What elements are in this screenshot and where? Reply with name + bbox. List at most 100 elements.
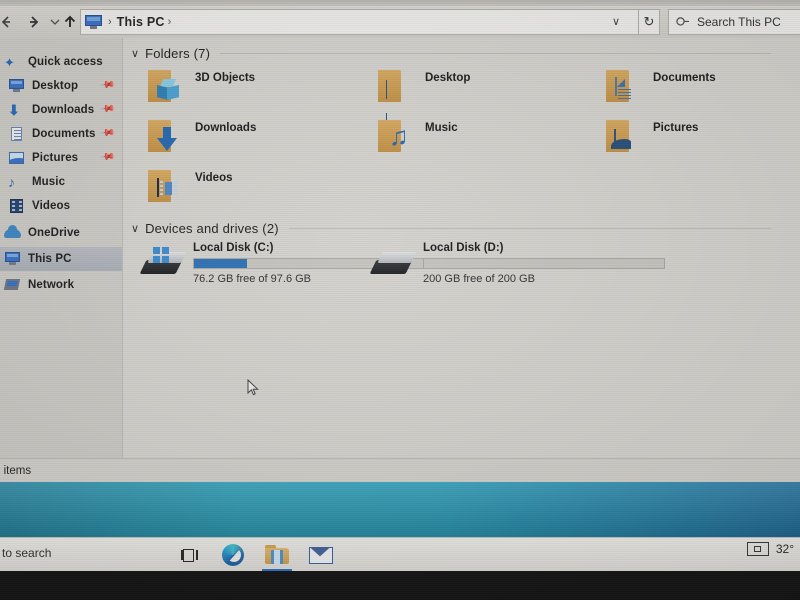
group-rule <box>288 228 771 229</box>
file-explorer-button[interactable] <box>260 542 294 572</box>
folder-label: Videos <box>195 172 233 184</box>
monitor-photo: › This PC › ∨ ↻ Search This PC ✦ Quick a… <box>0 0 800 600</box>
group-label: Folders (7) <box>145 46 211 61</box>
breadcrumb-current[interactable]: This PC <box>117 15 165 29</box>
up-button[interactable] <box>60 12 80 32</box>
sidebar-item-label: Documents <box>32 128 96 140</box>
drive-free-space: 76.2 GB free of 97.6 GB <box>193 273 312 285</box>
cloud-icon <box>4 225 22 241</box>
keyboard-input-icon[interactable] <box>746 542 769 556</box>
star-icon: ✦ <box>4 55 15 70</box>
this-pc-icon <box>85 14 102 30</box>
navigation-pane: ✦ Quick access Desktop 📌 ⬇ Downloads 📌 D… <box>0 38 122 458</box>
folder-label: Music <box>425 122 458 134</box>
folder-music-icon: ♫ <box>373 118 413 154</box>
folder-pictures-icon <box>601 118 641 154</box>
back-button[interactable] <box>0 12 16 32</box>
mouse-cursor <box>247 378 259 397</box>
sidebar-item-label: Pictures <box>32 152 79 164</box>
group-header-folders[interactable]: ∨ Folders (7) <box>131 46 771 61</box>
sidebar-item-music[interactable]: ♪ Music <box>0 170 122 194</box>
monitor-bezel <box>0 571 800 600</box>
folder-tile-downloads[interactable]: Downloads <box>143 118 256 154</box>
search-icon <box>673 12 692 31</box>
file-explorer-window: › This PC › ∨ ↻ Search This PC ✦ Quick a… <box>0 0 800 483</box>
pin-icon[interactable]: 📌 <box>98 149 115 165</box>
task-view-icon <box>180 548 198 563</box>
weather-temperature[interactable]: 32° <box>776 542 794 556</box>
taskbar-search-box[interactable]: e to search <box>0 546 51 560</box>
sidebar-item-downloads[interactable]: ⬇ Downloads 📌 <box>0 98 122 122</box>
file-explorer-icon <box>265 545 289 565</box>
sidebar-item-network[interactable]: Network <box>0 273 122 297</box>
refresh-button[interactable]: ↻ <box>638 9 660 35</box>
sidebar-item-desktop[interactable]: Desktop 📌 <box>0 74 122 98</box>
search-placeholder: Search This PC <box>697 15 781 29</box>
system-tray: 32° <box>746 542 794 556</box>
sidebar-item-label: Quick access <box>28 56 103 68</box>
folder-tile-documents[interactable]: Documents <box>601 68 716 104</box>
taskbar: e to search 32° <box>0 537 800 572</box>
group-rule <box>220 53 771 54</box>
mail-button[interactable] <box>304 542 338 568</box>
document-icon <box>8 126 26 142</box>
pin-icon[interactable]: 📌 <box>98 125 115 141</box>
chevron-down-icon[interactable]: ∨ <box>131 47 139 60</box>
sidebar-item-label: Videos <box>32 200 71 212</box>
folder-desktop-icon <box>373 68 413 132</box>
sidebar-item-label: OneDrive <box>28 227 80 239</box>
monitor-icon <box>8 78 26 94</box>
download-arrow-icon: ⬇ <box>8 102 20 118</box>
folder-videos-icon <box>143 168 183 204</box>
pin-icon[interactable]: 📌 <box>98 101 115 117</box>
search-input[interactable]: Search This PC <box>668 9 800 35</box>
edge-button[interactable] <box>216 542 250 568</box>
drive-tile-local-disk-d[interactable]: Local Disk (D:) 200 GB free of 200 GB <box>369 242 691 290</box>
group-header-devices[interactable]: ∨ Devices and drives (2) <box>131 221 771 236</box>
folder-tile-3d-objects[interactable]: 3D Objects <box>143 68 255 104</box>
folder-tile-music[interactable]: ♫ Music <box>373 118 458 154</box>
address-dropdown-icon[interactable]: ∨ <box>612 15 620 28</box>
sidebar-item-documents[interactable]: Documents 📌 <box>0 122 122 146</box>
task-view-button[interactable] <box>172 542 206 568</box>
picture-icon <box>8 150 26 166</box>
desktop-wallpaper <box>0 482 800 537</box>
mail-icon <box>309 546 333 564</box>
drive-usage-fill <box>194 259 247 268</box>
folder-label: Desktop <box>425 72 471 84</box>
refresh-icon: ↻ <box>643 14 655 29</box>
drive-usage-bar <box>423 258 665 269</box>
windows-drive-icon <box>139 247 187 282</box>
group-label: Devices and drives (2) <box>145 221 279 236</box>
sidebar-item-label: Desktop <box>32 80 79 92</box>
pin-icon[interactable]: 📌 <box>98 77 115 93</box>
folder-label: Downloads <box>195 122 257 134</box>
drive-name: Local Disk (C:) <box>193 242 274 254</box>
folder-tile-pictures[interactable]: Pictures <box>601 118 698 154</box>
breadcrumb-separator-2[interactable]: › <box>168 16 172 28</box>
folder-tile-desktop[interactable]: Desktop <box>373 68 471 132</box>
folder-documents-icon <box>601 68 641 104</box>
forward-button[interactable] <box>24 12 44 32</box>
item-count: 9 items <box>0 465 32 477</box>
sidebar-item-label: Network <box>28 279 75 291</box>
edge-icon <box>222 544 244 566</box>
breadcrumb-separator[interactable]: › <box>108 16 112 28</box>
sidebar-item-this-pc[interactable]: This PC <box>0 247 122 271</box>
sidebar-item-label: Music <box>32 176 66 188</box>
hard-drive-icon <box>369 248 417 282</box>
folder-3d-objects-icon <box>143 68 183 104</box>
breadcrumb[interactable]: › This PC › <box>80 9 640 35</box>
music-note-icon: ♪ <box>8 174 15 190</box>
sidebar-item-pictures[interactable]: Pictures 📌 <box>0 146 122 170</box>
sidebar-item-onedrive[interactable]: OneDrive <box>0 221 122 245</box>
drive-name: Local Disk (D:) <box>423 242 504 254</box>
sidebar-item-label: Downloads <box>32 104 95 116</box>
sidebar-item-quick-access[interactable]: ✦ Quick access <box>0 50 122 74</box>
folder-label: Pictures <box>653 122 699 134</box>
sidebar-item-videos[interactable]: Videos <box>0 194 122 218</box>
folder-tile-videos[interactable]: Videos <box>143 168 233 204</box>
folder-downloads-icon <box>143 118 183 154</box>
chevron-down-icon[interactable]: ∨ <box>131 222 139 235</box>
network-icon <box>3 277 22 293</box>
